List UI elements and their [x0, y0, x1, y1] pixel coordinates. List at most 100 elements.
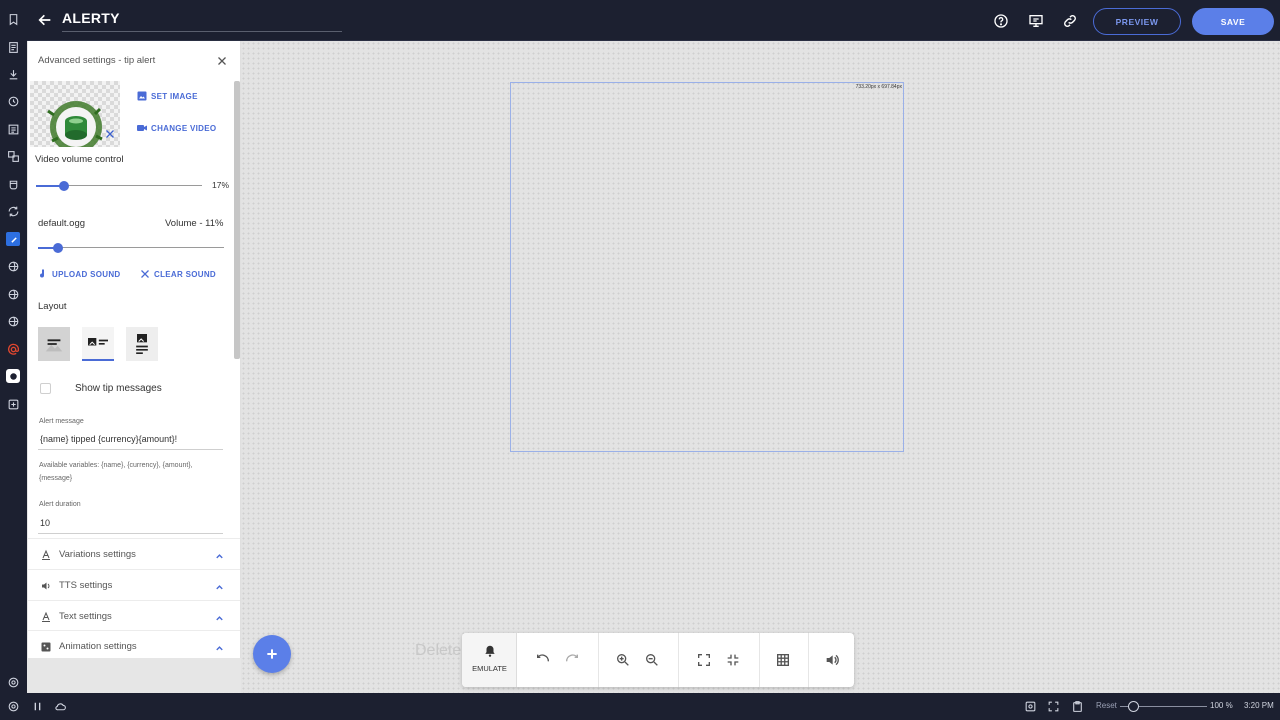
document-icon[interactable]: [6, 40, 20, 54]
zoom-slider-knob[interactable]: [1128, 701, 1140, 712]
page-title[interactable]: ALERTY: [62, 10, 342, 32]
clear-sound-button[interactable]: CLEAR SOUND: [139, 268, 216, 280]
chevron-up-icon: [214, 549, 225, 560]
video-volume-slider[interactable]: [36, 181, 202, 191]
grid-icon[interactable]: [775, 652, 791, 668]
monitor-icon[interactable]: [1028, 13, 1044, 29]
layout-label: Layout: [38, 301, 67, 312]
list-icon[interactable]: [6, 122, 20, 136]
toolbar-divider: [598, 633, 599, 687]
zoom-value: 100 %: [1210, 701, 1233, 710]
globe-icon[interactable]: [6, 259, 20, 273]
frame-size-readout: 733.20px x 697.84px: [855, 84, 902, 90]
back-arrow-icon[interactable]: [37, 12, 53, 28]
volume-icon[interactable]: [824, 652, 840, 668]
video-volume-label: Video volume control: [35, 154, 124, 165]
layout-option-image-background[interactable]: [38, 327, 70, 361]
zoom-in-icon[interactable]: [615, 652, 631, 668]
globe-icon[interactable]: [6, 314, 20, 328]
slider-knob[interactable]: [53, 243, 64, 253]
plus-icon: [267, 649, 277, 659]
toolbar-divider: [759, 633, 760, 687]
clear-sound-label: CLEAR SOUND: [154, 269, 216, 279]
pause-icon[interactable]: [31, 700, 44, 713]
zoom-reset-button[interactable]: Reset: [1096, 701, 1117, 710]
change-video-button[interactable]: CHANGE VIDEO: [136, 122, 216, 134]
panel-scrollbar[interactable]: [234, 81, 240, 359]
save-button[interactable]: SAVE: [1192, 8, 1274, 35]
settings-icon[interactable]: [6, 675, 20, 689]
alert-frame[interactable]: 733.20px x 697.84px: [510, 82, 904, 452]
accordion-text-settings[interactable]: Text settings: [28, 600, 240, 631]
canvas-toolbar: EMULATE: [462, 633, 854, 687]
status-bar: Reset 100 % 3:20 PM: [0, 693, 1280, 720]
settings-icon[interactable]: [7, 700, 20, 713]
alert-message-underline: [38, 449, 223, 450]
refresh-icon[interactable]: [6, 204, 20, 218]
globe-icon[interactable]: [6, 287, 20, 301]
emulate-button[interactable]: EMULATE: [462, 633, 517, 687]
layout-background-icon: [45, 339, 63, 352]
show-tip-messages-checkbox[interactable]: [40, 383, 51, 394]
layout-option-image-left[interactable]: [82, 327, 114, 361]
help-icon[interactable]: [993, 13, 1009, 29]
accordion-tts-settings[interactable]: TTS settings: [28, 569, 240, 600]
exit-fullscreen-icon[interactable]: [725, 652, 741, 668]
chevron-up-icon: [214, 611, 225, 622]
upload-sound-button[interactable]: UPLOAD SOUND: [37, 268, 121, 280]
at-icon[interactable]: [6, 342, 20, 356]
add-element-button[interactable]: [253, 635, 291, 673]
delete-drop-zone[interactable]: Delete: [415, 642, 461, 660]
set-image-button[interactable]: SET IMAGE: [136, 90, 198, 102]
close-icon: [141, 270, 149, 278]
cloud-icon[interactable]: [54, 700, 67, 713]
alert-duration-input[interactable]: 10: [40, 518, 50, 528]
set-image-label: SET IMAGE: [151, 91, 198, 101]
chevron-up-icon: [214, 641, 225, 652]
alert-message-label: Alert message: [39, 418, 84, 425]
alert-duration-underline: [38, 533, 223, 534]
bookmark-icon[interactable]: [6, 12, 20, 26]
download-icon[interactable]: [6, 67, 20, 81]
redo-icon[interactable]: [564, 652, 580, 668]
speaker-icon: [40, 579, 52, 591]
advanced-settings-panel: Advanced settings - tip alert SET IMAGE …: [28, 41, 241, 658]
layout-option-image-top[interactable]: [126, 327, 158, 361]
change-video-label: CHANGE VIDEO: [151, 123, 217, 133]
accordion-animation-settings[interactable]: Animation settings: [28, 630, 240, 658]
bell-icon: [483, 644, 497, 658]
close-icon[interactable]: [216, 54, 228, 66]
sound-file-name: default.ogg: [38, 218, 86, 229]
plus-icon[interactable]: [6, 397, 20, 411]
alert-duration-label: Alert duration: [39, 501, 81, 508]
fullscreen-icon[interactable]: [696, 652, 712, 668]
capture-icon[interactable]: [1024, 700, 1037, 713]
panel-title: Advanced settings - tip alert: [38, 55, 156, 66]
clipboard-icon[interactable]: [1071, 700, 1084, 713]
slider-knob[interactable]: [59, 181, 70, 191]
app-icon[interactable]: [6, 369, 20, 383]
animation-icon: [40, 640, 52, 652]
sound-volume-slider[interactable]: [38, 243, 224, 253]
app-icon[interactable]: [6, 232, 20, 246]
left-rail: [0, 0, 27, 720]
music-note-icon: [40, 269, 44, 278]
preview-button[interactable]: PREVIEW: [1093, 8, 1181, 35]
link-icon[interactable]: [1062, 13, 1078, 29]
alert-message-input[interactable]: {name} tipped {currency}{amount}!: [40, 434, 177, 444]
zoom-out-icon[interactable]: [644, 652, 660, 668]
cup-icon[interactable]: [6, 177, 20, 191]
accordion-label: Animation settings: [59, 641, 137, 652]
emulate-label: EMULATE: [472, 664, 507, 673]
layout-stacked-icon: [136, 334, 148, 354]
upload-sound-label: UPLOAD SOUND: [52, 269, 121, 279]
accordion-variations-settings[interactable]: Variations settings: [28, 538, 240, 569]
remove-image-icon[interactable]: [104, 127, 116, 139]
layers-icon[interactable]: [6, 149, 20, 163]
video-icon: [137, 125, 147, 131]
fit-screen-icon[interactable]: [1047, 700, 1060, 713]
accordion-label: Text settings: [59, 611, 112, 622]
show-tip-messages-label: Show tip messages: [75, 383, 162, 394]
undo-icon[interactable]: [535, 652, 551, 668]
history-icon[interactable]: [6, 94, 20, 108]
